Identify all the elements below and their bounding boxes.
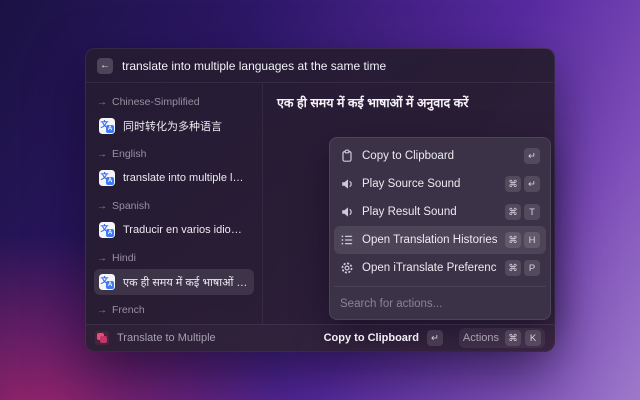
key-badge: ↵ [524,176,540,192]
arrow-right-icon: → [97,97,107,108]
translate-icon: 文A [99,274,115,290]
key-badge: ↵ [524,148,540,164]
translation-snippet: एक ही समय में कई भाषाओं में अनुवाद करें [123,275,249,290]
k-key-badge: K [525,330,541,346]
window-body: → Chinese-Simplified 文A 同时转化为多种语言 → English 文A… [86,83,554,324]
sidebar-section-label: → English [97,148,251,160]
sidebar-item-translation[interactable]: 文A Traducir en varios idiomas en el... [94,217,254,243]
actions-search-input[interactable] [340,298,540,310]
translation-snippet: translate into multiple language... [123,172,249,184]
actions-search-row [334,286,546,319]
sidebar-item-translation[interactable]: 文A 同时转化为多种语言 [94,113,254,139]
arrow-right-icon: → [97,305,107,316]
itranslate-app-icon [95,331,109,345]
enter-key-badge: ↵ [427,330,443,346]
translate-icon: 文A [99,118,115,134]
language-name: Spanish [112,200,150,212]
action-item[interactable]: Copy to Clipboard ↵ [334,142,546,170]
language-name: French [112,304,145,316]
sidebar-item-translation[interactable]: 文A एक ही समय में कई भाषाओं में अनुवाद करे… [94,269,254,295]
translate-icon: 文A [99,170,115,186]
shortcut-keys: ⌘H [505,232,540,248]
sidebar-section-label: → Chinese-Simplified [97,96,251,108]
key-badge: H [524,232,540,248]
key-badge: ⌘ [505,176,521,192]
search-input[interactable] [122,59,543,73]
launcher-window: ← → Chinese-Simplified 文A 同时转化为多种语言 → English… [85,48,555,352]
shortcut-keys: ⌘↵ [505,176,540,192]
search-header: ← [86,49,554,83]
primary-action-label[interactable]: Copy to Clipboard [324,332,419,344]
command-name: Translate to Multiple [117,332,316,344]
back-button[interactable]: ← [97,58,113,74]
action-label: Play Result Sound [362,206,497,218]
action-item[interactable]: Play Source Sound ⌘↵ [334,170,546,198]
shortcut-keys: ↵ [524,148,540,164]
action-label: Play Source Sound [362,178,497,190]
arrow-right-icon: → [97,253,107,264]
speaker-icon [340,205,354,219]
action-item[interactable]: Open Translation Histories ⌘H [334,226,546,254]
translation-snippet: 同时转化为多种语言 [123,118,222,134]
language-name: English [112,148,146,160]
key-badge: ⌘ [505,204,521,220]
language-name: Chinese-Simplified [112,96,200,108]
actions-button-label: Actions [463,332,499,344]
sidebar-section-label: → Spanish [97,200,251,212]
speaker-icon [340,177,354,191]
actions-button[interactable]: Actions ⌘ K [459,328,545,348]
key-badge: ⌘ [505,260,521,276]
sidebar-section-label: → Hindi [97,252,251,264]
back-arrow-icon: ← [100,60,110,71]
action-item[interactable]: Open iTranslate Preferences ⌘P [334,254,546,282]
shortcut-keys: ⌘P [505,260,540,276]
action-label: Open iTranslate Preferences [362,262,497,274]
translation-snippet: Traducir en varios idiomas en el... [123,224,249,236]
sidebar-item-translation[interactable]: 文A translate into multiple language... [94,165,254,191]
cmd-key-badge: ⌘ [505,330,521,346]
action-label: Open Translation Histories [362,234,497,246]
arrow-right-icon: → [97,201,107,212]
translate-icon: 文A [99,222,115,238]
clipboard-icon [340,149,354,163]
shortcut-keys: ⌘T [505,204,540,220]
actions-menu: Copy to Clipboard↵Play Source Sound⌘↵Pla… [329,137,551,320]
list-icon [340,233,354,247]
key-badge: P [524,260,540,276]
gear-icon [340,261,354,275]
language-name: Hindi [112,252,136,264]
arrow-right-icon: → [97,149,107,160]
key-badge: T [524,204,540,220]
sidebar-section-label: → French [97,304,251,316]
results-sidebar: → Chinese-Simplified 文A 同时转化为多种语言 → English 文A… [86,83,263,324]
action-label: Copy to Clipboard [362,150,516,162]
key-badge: ⌘ [505,232,521,248]
status-bar: Translate to Multiple Copy to Clipboard … [86,324,554,351]
action-item[interactable]: Play Result Sound ⌘T [334,198,546,226]
translation-result-text: एक ही समय में कई भाषाओं में अनुवाद करें [277,94,540,111]
